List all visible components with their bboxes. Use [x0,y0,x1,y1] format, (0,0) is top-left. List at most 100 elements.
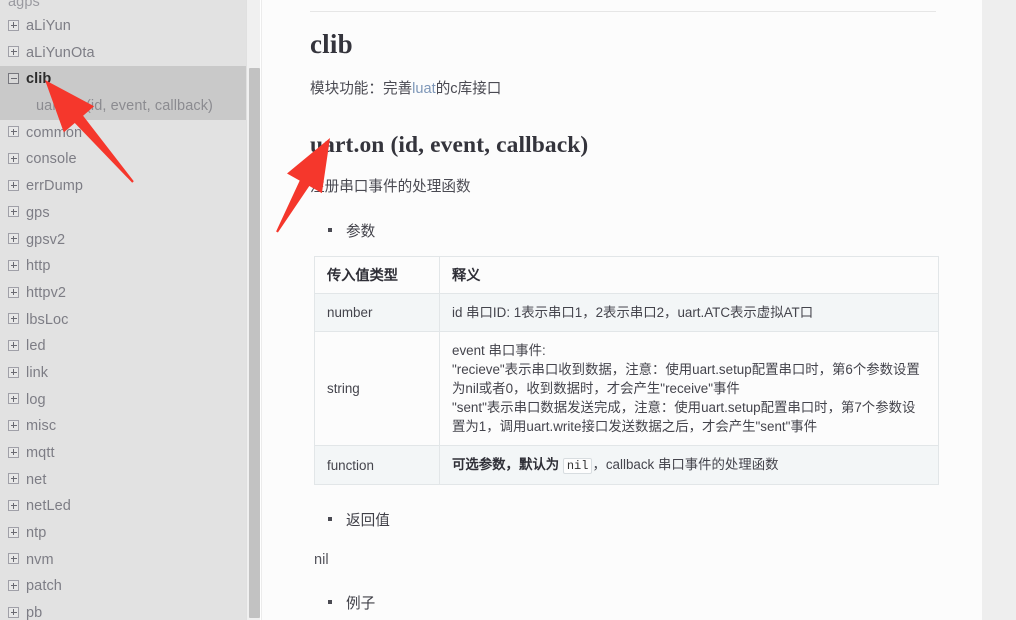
function-description: 注册串口事件的处理函数 [310,178,471,195]
param-meaning-cell: id 串口ID: 1表示串口1，2表示串口2，uart.ATC表示虚拟AT口 [439,292,939,332]
sidebar-item-patch[interactable]: patch [0,573,246,600]
expand-plus-icon[interactable] [8,473,19,485]
param-type-cell: string [314,330,440,447]
expand-plus-icon[interactable] [8,500,19,512]
expand-plus-icon[interactable] [8,366,19,378]
sidebar-item-mqtt[interactable]: mqtt [0,440,246,467]
expand-plus-icon[interactable] [8,313,19,325]
sidebar-item-label: netLed [26,498,71,515]
param-type-cell: function [314,445,440,486]
param-desc-line: "recieve"表示串口收到数据，注意：使用uart.setup配置串口时，第… [452,361,920,396]
content-top-divider [310,11,936,12]
sidebar-item-http[interactable]: http [0,253,246,280]
page-title: clib [310,29,353,59]
sidebar-item-label: aLiYun [26,18,71,34]
section-label-return: 返回值 [328,509,936,530]
sidebar-item-led[interactable]: led [0,333,246,360]
section-label-example: 例子 [328,592,936,613]
return-section-bullet: 返回值 [310,509,936,530]
sidebar-tree-list: aLiYun aLiYunOta clib uart.on (id, event, c… [0,13,246,620]
sidebar-item-label: gpsv2 [26,231,66,248]
param-desc-line: event 串口事件: [452,342,546,358]
sidebar-item-label: link [26,364,49,381]
table-header-meaning: 释义 [439,255,939,294]
function-signature-heading: uart.on (id, event, callback) [310,131,589,158]
sidebar-item-label: ntp [26,525,47,542]
expand-plus-icon[interactable] [8,259,19,271]
table-row: function 可选参数，默认为 nil ，callback 串口事件的处理函数 [314,445,939,486]
table-header-row: 传入值类型 释义 [314,255,939,294]
expand-plus-icon[interactable] [8,286,19,298]
param-desc-tail: ，callback 串口事件的处理函数 [592,457,779,473]
expand-plus-icon[interactable] [8,46,19,58]
param-desc-line: id 串口ID: 1表示串口1，2表示串口2，uart.ATC表示虚拟AT口 [452,304,814,320]
sidebar-item-label: errDump [26,178,84,195]
sidebar-item-label: led [26,338,46,355]
sidebar-item-label: nvm [26,551,54,568]
expand-plus-icon[interactable] [8,393,19,405]
sidebar-item-aliyun[interactable]: aLiYun [0,13,246,40]
sidebar-item-httpv2[interactable]: httpv2 [0,280,246,307]
sidebar-item-label: aLiYunOta [26,44,95,61]
sidebar-item-label: pb [26,605,43,620]
expand-plus-icon[interactable] [8,526,19,538]
table-row: number id 串口ID: 1表示串口1，2表示串口2，uart.ATC表示虚… [314,292,939,332]
param-meaning-cell: 可选参数，默认为 nil ，callback 串口事件的处理函数 [439,445,939,486]
page-right-gutter [982,0,1016,620]
expand-plus-icon[interactable] [8,580,19,592]
sidebar-item-misc[interactable]: misc [0,413,246,440]
sidebar-item-label: net [26,471,47,488]
sidebar-item-gpsv2[interactable]: gpsv2 [0,227,246,254]
sidebar-item-agps-clipped[interactable]: agps [0,0,246,13]
inline-code-nil: nil [562,458,593,475]
expand-plus-icon[interactable] [8,553,19,565]
param-desc-line: "sent"表示串口数据发送完成，注意：使用uart.setup配置串口时，第7… [452,400,916,435]
expand-plus-icon[interactable] [8,19,19,31]
sidebar-item-ntp[interactable]: ntp [0,520,246,547]
return-value-text: nil [314,552,329,569]
sidebar-scrollbar-track[interactable] [246,0,260,620]
section-label-params: 参数 [328,220,936,241]
expand-plus-icon[interactable] [8,179,19,191]
expand-plus-icon[interactable] [8,233,19,245]
sidebar-item-label: mqtt [26,445,55,461]
sidebar-navigation-tree[interactable]: agps aLiYun aLiYunOta clib uart.on (id, eve… [0,0,246,620]
sidebar-item-aliyunota[interactable]: aLiYunOta [0,40,246,67]
sidebar-item-lbsloc[interactable]: lbsLoc [0,307,246,334]
luat-link[interactable]: luat [412,81,436,97]
module-description-suffix: 的c库接口 [435,81,502,97]
sidebar-item-label: gps [26,204,50,221]
param-type-cell: number [314,292,440,332]
sidebar-item-pb[interactable]: pb [0,600,246,620]
example-section-bullet: 例子 [310,592,936,613]
param-meaning-cell: event 串口事件: "recieve"表示串口收到数据，注意：使用uart.s… [439,330,939,447]
sidebar-scrollbar-thumb[interactable] [249,68,260,618]
sidebar-item-label: http [26,258,51,275]
sidebar-item-log[interactable]: log [0,387,246,414]
sidebar-item-label: httpv2 [26,284,67,301]
expand-plus-icon[interactable] [8,446,19,458]
expand-plus-icon[interactable] [8,606,19,618]
expand-plus-icon[interactable] [8,339,19,351]
collapse-minus-icon[interactable] [8,73,19,85]
sidebar-item-common[interactable]: common [0,120,246,147]
sidebar-item-gps[interactable]: gps [0,200,246,227]
expand-plus-icon[interactable] [8,126,19,138]
sidebar-item-errdump[interactable]: errDump [0,173,246,200]
table-header-type: 传入值类型 [314,255,440,294]
sidebar-item-uart[interactable]: uart.on (id, event, callback) [0,93,246,120]
sidebar-item-net[interactable]: net [0,467,246,494]
expand-plus-icon[interactable] [8,153,19,165]
expand-plus-icon[interactable] [8,206,19,218]
sidebar-item-clib[interactable]: clib [0,66,246,94]
sidebar-item-label: log [26,391,46,408]
parameters-table-body: number id 串口ID: 1表示串口1，2表示串口2，uart.ATC表示虚… [314,292,939,486]
sidebar-item-link[interactable]: link [0,360,246,387]
module-description-prefix: 模块功能：完善 [310,81,413,97]
sidebar-item-netled[interactable]: netLed [0,493,246,520]
params-section-bullet: 参数 [310,220,936,241]
sidebar-item-nvm[interactable]: nvm [0,547,246,574]
sidebar-item-label: uart.on (id, event, callback) [36,98,213,115]
expand-plus-icon[interactable] [8,419,19,431]
sidebar-item-console[interactable]: console [0,146,246,173]
